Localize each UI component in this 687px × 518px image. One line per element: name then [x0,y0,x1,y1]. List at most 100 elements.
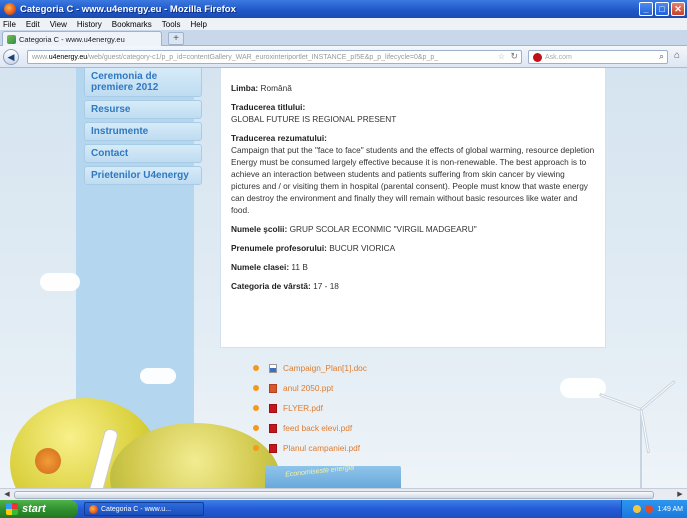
url-prefix: www. [32,53,49,61]
menu-history[interactable]: History [77,20,102,29]
search-icon[interactable]: ⌕ [659,51,664,62]
teacher-label: Prenumele profesorului: [231,243,327,253]
horizontal-scrollbar[interactable]: ◀ ▶ [0,488,687,500]
bullet-icon [253,405,259,411]
turbine-blade [640,380,676,411]
teacher-value: BUCUR VIORICA [329,243,396,253]
sidebar-nav: Ceremonia de premiere 2012 Resurse Instr… [84,68,202,188]
pdf-file-icon [269,403,277,413]
window-title: Categoria C - www.u4energy.eu - Mozilla … [20,3,236,15]
reload-icon[interactable]: ↻ [510,51,518,62]
language-label: Limba: [231,83,259,93]
bullet-icon [253,385,259,391]
menu-bar: File Edit View History Bookmarks Tools H… [0,18,687,30]
age-category-label: Categoria de vârstă: [231,281,311,291]
attachment-item[interactable]: Planul campaniei.pdf [253,438,453,458]
bookmark-star-icon[interactable]: ☆ [498,52,505,61]
start-label: start [22,503,46,515]
attachment-link[interactable]: FLYER.pdf [283,403,323,413]
close-button[interactable]: ✕ [671,2,685,16]
tab-categoria-c[interactable]: Categoria C - www.u4energy.eu [2,31,162,46]
url-domain: u4energy.eu [48,53,88,61]
menu-bookmarks[interactable]: Bookmarks [112,20,152,29]
firefox-icon [89,504,98,514]
school-value: GRUP SCOLAR ECONMIC "VIRGIL MADGEARU" [289,224,477,234]
language-row: Limba: Română [231,82,595,94]
turbine-blade [599,393,642,411]
pdf-file-icon [269,423,277,433]
search-bar[interactable]: Ask.com ⌕ [528,50,668,64]
sidebar-item-contact[interactable]: Contact [84,144,202,163]
attachments-list: Campaign_Plan[1].doc anul 2050.ppt FLYER… [253,358,453,458]
summary-translation-block: Traducerea rezumatului: Campaign that pu… [231,132,595,216]
attachment-link[interactable]: Planul campaniei.pdf [283,443,360,453]
title-translation-block: Traducerea titlului: GLOBAL FUTURE IS RE… [231,101,595,125]
url-path: /web/guest/category-c1/p_p_id=contentGal… [87,53,439,61]
summary-translation-label: Traducerea rezumatului: [231,133,327,143]
class-row: Numele clasei: 11 B [231,261,595,273]
menu-view[interactable]: View [50,20,67,29]
navigation-bar: ◀ www. u4energy.eu /web/guest/category-c… [0,46,687,68]
tree-illustration [35,448,61,474]
windows-taskbar: start Categoria C - www.u... 1:49 AM [0,500,687,518]
start-button[interactable]: start [0,500,78,518]
menu-file[interactable]: File [3,20,16,29]
sidebar-item-prietenilor[interactable]: Prietenilor U4energy [84,166,202,185]
bullet-icon [253,445,259,451]
minimize-button[interactable]: _ [639,2,653,16]
menu-help[interactable]: Help [190,20,206,29]
menu-tools[interactable]: Tools [162,20,181,29]
scroll-right-icon[interactable]: ▶ [675,490,685,500]
windows-logo-icon [6,503,18,515]
page-viewport: Ceremonia de premiere 2012 Resurse Instr… [0,68,687,488]
attachment-link[interactable]: Campaign_Plan[1].doc [283,363,367,373]
tray-icon[interactable] [645,505,654,513]
language-value: Română [260,83,292,93]
window-title-bar: Categoria C - www.u4energy.eu - Mozilla … [0,0,687,18]
url-bar[interactable]: www. u4energy.eu /web/guest/category-c1/… [27,50,522,64]
sidebar-item-ceremonia[interactable]: Ceremonia de premiere 2012 [84,68,202,97]
attachment-item[interactable]: Campaign_Plan[1].doc [253,358,453,378]
new-tab-button[interactable]: + [168,32,184,45]
age-category-row: Categoria de vârstă: 17 - 18 [231,280,595,292]
firefox-icon [4,3,16,15]
attachment-item[interactable]: anul 2050.ppt [253,378,453,398]
search-placeholder: Ask.com [545,53,572,61]
system-tray: 1:49 AM [621,500,687,518]
sidebar-item-instrumente[interactable]: Instrumente [84,122,202,141]
bullet-icon [253,365,259,371]
cloud-decoration [40,273,80,291]
attachment-item[interactable]: feed back elevi.pdf [253,418,453,438]
attachment-item[interactable]: FLYER.pdf [253,398,453,418]
cloud-decoration [140,368,176,384]
doc-file-icon [269,363,277,373]
taskbar-item-firefox[interactable]: Categoria C - www.u... [84,502,204,516]
taskbar-item-label: Categoria C - www.u... [101,505,172,513]
class-value: 11 B [291,262,308,272]
scroll-left-icon[interactable]: ◀ [2,490,12,500]
scrollbar-thumb[interactable] [14,491,654,499]
bullet-icon [253,425,259,431]
summary-translation-value: Campaign that put the "face to face" stu… [231,145,595,215]
school-label: Numele şcolii: [231,224,288,234]
age-category-value: 17 - 18 [313,281,339,291]
teacher-row: Prenumele profesorului: BUCUR VIORICA [231,242,595,254]
tray-icon[interactable] [633,505,642,513]
menu-edit[interactable]: Edit [26,20,40,29]
school-row: Numele şcolii: GRUP SCOLAR ECONMIC "VIRG… [231,223,595,235]
campaign-banner-image[interactable]: Economiseste energia [265,466,401,488]
back-button[interactable]: ◀ [3,49,19,65]
attachment-link[interactable]: anul 2050.ppt [283,383,333,393]
tab-strip: Categoria C - www.u4energy.eu + [0,30,687,46]
project-details-panel: Limba: Română Traducerea titlului: GLOBA… [220,68,606,348]
class-label: Numele clasei: [231,262,290,272]
search-engine-icon[interactable] [533,52,542,62]
attachment-link[interactable]: feed back elevi.pdf [283,423,352,433]
window-controls: _ □ ✕ [639,2,685,16]
sidebar-item-resurse[interactable]: Resurse [84,100,202,119]
ppt-file-icon [269,383,277,393]
site-favicon-icon [7,34,16,44]
maximize-button[interactable]: □ [655,2,669,16]
home-icon[interactable]: ⌂ [674,50,680,61]
clock: 1:49 AM [657,505,683,513]
